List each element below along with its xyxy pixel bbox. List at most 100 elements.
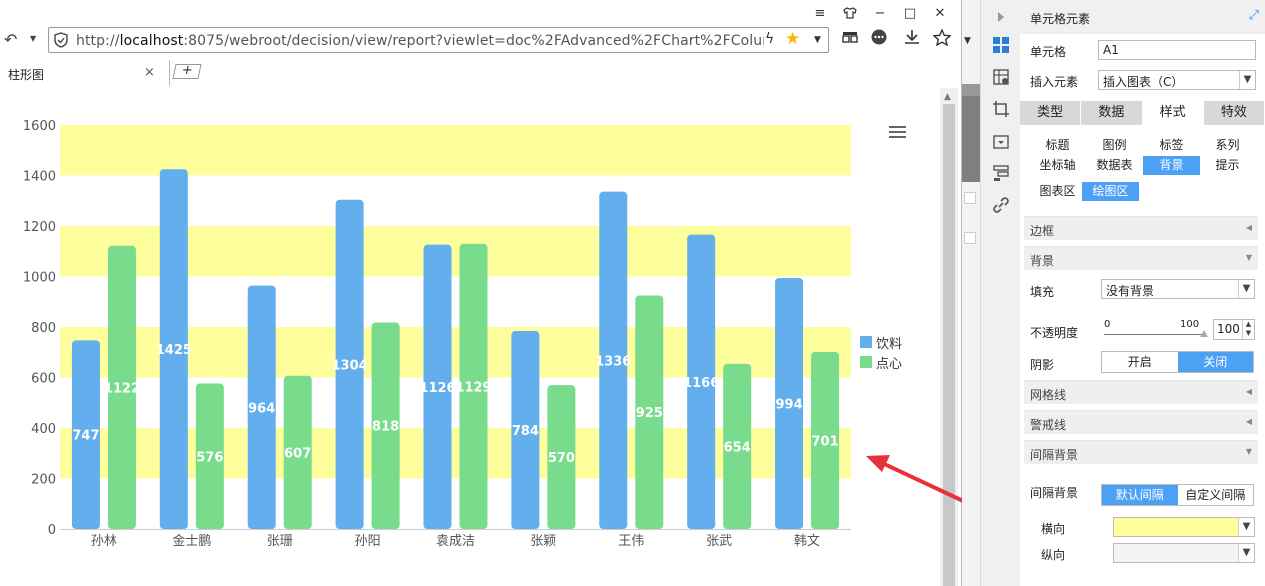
fill-select[interactable]: 没有背景 ▼ — [1101, 279, 1255, 299]
cell-label: 单元格 — [1030, 45, 1067, 59]
data-label: 570 — [548, 451, 575, 466]
new-tab-button[interactable]: + — [172, 63, 202, 79]
download-icon[interactable] — [904, 29, 920, 49]
tab-effect[interactable]: 特效 — [1203, 101, 1265, 125]
custom-interval-button[interactable]: 自定义间隔 — [1178, 485, 1254, 505]
opacity-slider[interactable] — [1104, 334, 1206, 335]
address-bar[interactable]: http://localhost:8075/webroot/decision/v… — [48, 27, 829, 53]
section-warning-line[interactable]: 警戒线 ◀ — [1024, 410, 1258, 434]
y-tick-label: 0 — [48, 523, 56, 538]
subtab-title[interactable]: 标题 — [1029, 136, 1086, 155]
cell-input[interactable]: A1 — [1098, 40, 1256, 60]
window-controls: ≡ − □ ✕ — [805, 4, 955, 22]
tab-chart[interactable]: 柱形图 × — [0, 60, 170, 86]
section-interval-bg[interactable]: 间隔背景 ▼ — [1024, 440, 1258, 464]
caret-left-icon: ◀ — [1245, 223, 1252, 232]
subtab-series[interactable]: 系列 — [1199, 136, 1256, 155]
chart-legend: 饮料 点心 — [860, 332, 902, 372]
interval-mode-toggle: 默认间隔 自定义间隔 — [1101, 484, 1254, 506]
url-path: :8075/webroot/decision/view/report?viewl… — [183, 33, 764, 49]
horizontal-color-select[interactable]: ▼ — [1113, 517, 1255, 537]
data-label: 1129 — [455, 380, 491, 395]
chart-menu-icon[interactable] — [889, 126, 906, 138]
default-interval-button[interactable]: 默认间隔 — [1102, 485, 1178, 505]
y-tick-label: 200 — [31, 473, 56, 488]
hyperlink-icon[interactable] — [992, 196, 1010, 214]
data-label: 701 — [811, 434, 838, 449]
data-label: 1336 — [595, 354, 631, 369]
opacity-slider-knob[interactable] — [1200, 330, 1208, 337]
browser-window: ≡ − □ ✕ ↶ ▼ http://localhost:8075/webroo… — [0, 0, 1026, 586]
shield-icon — [54, 32, 68, 48]
chevron-down-icon: ▼ — [1238, 518, 1254, 536]
more-icon[interactable] — [871, 29, 887, 49]
section-gridlines[interactable]: 网格线 ◀ — [1024, 380, 1258, 404]
reader-icon[interactable] — [842, 29, 858, 48]
subtab-datasheet[interactable]: 数据表 — [1086, 156, 1143, 175]
close-icon[interactable]: ✕ — [925, 4, 955, 22]
collapse-caret-icon[interactable]: ▼ — [964, 36, 971, 46]
legend-swatch-drinks — [860, 336, 872, 348]
tab-data[interactable]: 数据 — [1081, 101, 1143, 125]
shadow-label: 阴影 — [1030, 358, 1055, 372]
x-tick-label: 孙林 — [91, 534, 117, 549]
expand-arrow-icon[interactable] — [992, 8, 1010, 26]
subtab-background[interactable]: 背景 — [1143, 156, 1200, 175]
maximize-icon[interactable]: □ — [895, 4, 925, 22]
insert-element-select[interactable]: 插入图表（C） ▼ — [1098, 70, 1256, 90]
url-host: localhost — [119, 33, 184, 49]
data-label: 654 — [724, 440, 751, 455]
condition-icon[interactable] — [992, 164, 1010, 182]
subtab-label[interactable]: 标签 — [1143, 136, 1200, 155]
section-border[interactable]: 边框 ◀ — [1024, 216, 1258, 240]
favorites-icon[interactable] — [932, 28, 952, 50]
opacity-value: 100 — [1217, 322, 1240, 336]
crop-icon[interactable] — [992, 100, 1010, 118]
ruler-block — [962, 84, 980, 96]
stepper-arrows-icon[interactable]: ▲ ▼ — [1242, 320, 1254, 339]
section-background[interactable]: 背景 ▼ — [1024, 246, 1258, 270]
y-tick-label: 800 — [31, 321, 56, 336]
star-icon[interactable]: ★ — [785, 29, 800, 49]
legend-item-drinks[interactable]: 饮料 — [860, 332, 902, 352]
menu-icon[interactable]: ≡ — [805, 4, 835, 22]
legend-item-snacks[interactable]: 点心 — [860, 352, 902, 372]
vertical-color-select[interactable]: ▼ — [1113, 543, 1255, 563]
data-label: 576 — [196, 450, 223, 465]
back-icon[interactable]: ↶ — [4, 30, 17, 49]
address-dropdown-icon[interactable]: ▼ — [814, 35, 821, 45]
pin-icon[interactable]: ⤢ — [1249, 8, 1259, 23]
interval-band — [60, 125, 851, 176]
tab-type[interactable]: 类型 — [1020, 101, 1082, 125]
opacity-stepper[interactable]: 100 ▲ ▼ — [1213, 319, 1255, 340]
panel-title: 单元格元素 — [1030, 12, 1091, 26]
tab-style[interactable]: 样式 — [1142, 101, 1204, 125]
data-label: 1166 — [683, 376, 719, 391]
property-icon-bar — [980, 0, 1020, 586]
widget-icon[interactable] — [992, 133, 1010, 151]
section-background-label: 背景 — [1030, 254, 1055, 268]
skin-icon[interactable] — [835, 4, 865, 22]
lightning-icon[interactable]: ϟ — [765, 31, 774, 47]
scroll-up-icon[interactable]: ▲ — [944, 92, 951, 102]
subtab-plot-area[interactable]: 绘图区 — [1082, 182, 1139, 201]
subtab-chart-area[interactable]: 图表区 — [1029, 182, 1086, 201]
minimize-icon[interactable]: − — [865, 4, 895, 22]
cell-element-icon[interactable] — [992, 36, 1010, 54]
x-tick-label: 张珊 — [267, 534, 293, 549]
shadow-off-button[interactable]: 关闭 — [1177, 352, 1253, 372]
editor-gray-block — [962, 96, 980, 182]
url-text[interactable]: http://localhost:8075/webroot/decision/v… — [76, 33, 764, 49]
shadow-on-button[interactable]: 开启 — [1102, 352, 1178, 372]
subtab-tooltip[interactable]: 提示 — [1199, 156, 1256, 175]
caret-down-icon: ▼ — [1245, 253, 1252, 262]
back-dropdown-icon[interactable]: ▼ — [30, 34, 36, 43]
tab-close-icon[interactable]: × — [144, 65, 155, 80]
cell-checkbox — [964, 192, 976, 204]
x-tick-label: 张武 — [706, 534, 732, 549]
section-warning-label: 警戒线 — [1030, 418, 1067, 432]
subtab-legend[interactable]: 图例 — [1086, 136, 1143, 155]
cell-attribute-icon[interactable] — [992, 68, 1010, 86]
subtab-axis[interactable]: 坐标轴 — [1029, 156, 1086, 175]
caret-left-icon: ◀ — [1245, 387, 1252, 396]
